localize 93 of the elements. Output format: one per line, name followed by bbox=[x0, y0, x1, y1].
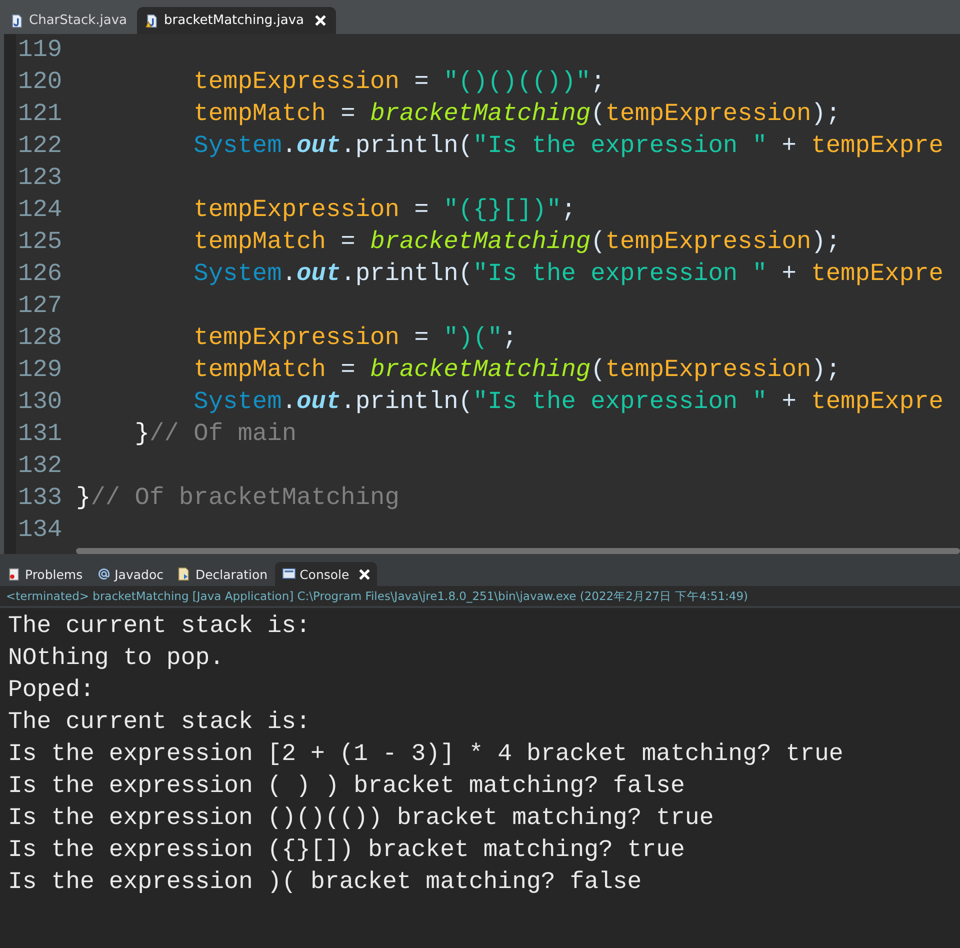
line-number: 128 bbox=[17, 324, 64, 352]
view-tab[interactable]: Console bbox=[274, 562, 378, 586]
at-sign-icon bbox=[96, 567, 111, 581]
variable-name: tempExpression bbox=[192, 68, 400, 96]
console-output-line: Poped: bbox=[8, 676, 96, 706]
class-name: System bbox=[192, 388, 282, 416]
variable-name: tempExpre bbox=[811, 260, 944, 288]
view-tab[interactable]: Javadoc bbox=[90, 562, 170, 586]
variable-name: tempExpression bbox=[605, 356, 812, 384]
line-number: 119 bbox=[17, 36, 64, 64]
console-output-line: Is the expression ( ) ) bracket matching? false bbox=[8, 772, 686, 802]
variable-name: tempExpression bbox=[605, 228, 812, 256]
class-name: System bbox=[192, 260, 282, 288]
class-name: System bbox=[192, 132, 282, 160]
line-number: 122 bbox=[17, 132, 64, 160]
code-text: = bbox=[340, 228, 356, 256]
line-number: 133 bbox=[17, 484, 64, 512]
view-tab[interactable]: Declaration bbox=[170, 562, 275, 586]
line-number: 127 bbox=[17, 292, 64, 320]
brace: } bbox=[134, 420, 150, 448]
console-output-line: Is the expression ()()(()) bracket matching? true bbox=[8, 804, 715, 834]
scrollbar[interactable] bbox=[76, 548, 960, 554]
line-number: 126 bbox=[17, 260, 64, 288]
code-text: = bbox=[413, 68, 430, 96]
code-text: ; bbox=[561, 196, 576, 224]
code-text: . bbox=[282, 388, 297, 416]
line-number: 131 bbox=[17, 420, 64, 448]
code-text: ); bbox=[811, 100, 841, 128]
console-output-line: The current stack is: bbox=[8, 708, 312, 738]
editor-tab[interactable]: bracketMatching.java bbox=[137, 7, 336, 34]
variable-name: tempExpre bbox=[811, 132, 944, 160]
code-text: = bbox=[340, 356, 356, 384]
code-text: .println( bbox=[340, 260, 473, 288]
variable-name: tempExpression bbox=[192, 324, 400, 352]
console-output-line: Is the expression ({}[]) bracket matching? true bbox=[8, 836, 686, 866]
line-number: 120 bbox=[17, 68, 64, 96]
code-text: ); bbox=[811, 228, 841, 256]
line-number: 124 bbox=[17, 196, 64, 224]
method-name: bracketMatching bbox=[370, 228, 591, 256]
method-name: bracketMatching bbox=[370, 100, 591, 128]
console-output-line: Is the expression [2 + (1 - 3)] * 4 bracket matching? true bbox=[8, 740, 844, 770]
console-output-line: The current stack is: bbox=[8, 612, 312, 642]
console-output-line: NOthing to pop. bbox=[8, 644, 226, 674]
line-number: 125 bbox=[17, 228, 64, 256]
brace: } bbox=[76, 484, 91, 512]
code-text: + bbox=[780, 132, 798, 160]
method-name: bracketMatching bbox=[370, 356, 591, 384]
editor-tab[interactable]: CharStack.java bbox=[2, 7, 137, 34]
close-icon[interactable] bbox=[359, 568, 370, 580]
string-literal: "({}[])" bbox=[444, 196, 562, 224]
line-number: 123 bbox=[17, 164, 64, 192]
code-text: ; bbox=[502, 324, 518, 352]
line-number: 132 bbox=[17, 452, 64, 480]
field-name: out bbox=[296, 260, 341, 288]
code-text: ( bbox=[590, 356, 606, 384]
code-text: ( bbox=[590, 228, 606, 256]
variable-name: tempMatch bbox=[192, 100, 326, 128]
string-literal: ")(" bbox=[444, 324, 502, 352]
code-text: ; bbox=[590, 68, 606, 96]
code-text: ( bbox=[590, 100, 606, 128]
document-icon bbox=[177, 567, 192, 581]
line-number: 129 bbox=[17, 356, 64, 384]
code-text: . bbox=[282, 260, 297, 288]
field-name: out bbox=[296, 132, 341, 160]
code-text: = bbox=[340, 100, 356, 128]
code-text: . bbox=[282, 132, 297, 160]
string-literal: "Is the expression " bbox=[472, 388, 768, 416]
string-literal: "Is the expression " bbox=[472, 132, 768, 160]
clipboard-icon bbox=[7, 567, 21, 581]
variable-name: tempExpression bbox=[605, 100, 812, 128]
variable-name: tempMatch bbox=[192, 356, 326, 384]
code-text: ); bbox=[811, 356, 841, 384]
line-number: 130 bbox=[17, 388, 64, 416]
string-literal: "Is the expression " bbox=[472, 260, 768, 288]
code-text: = bbox=[413, 324, 430, 352]
variable-name: tempExpre bbox=[811, 388, 944, 416]
variable-name: tempExpression bbox=[192, 196, 400, 224]
code-text: .println( bbox=[340, 388, 473, 416]
console-output-line: Is the expression )( bracket matching? false bbox=[8, 868, 643, 898]
variable-name: tempMatch bbox=[192, 228, 326, 256]
code-text: = bbox=[413, 196, 430, 224]
view-tab[interactable]: Problems bbox=[0, 562, 90, 586]
close-icon[interactable] bbox=[315, 15, 326, 26]
monitor-icon bbox=[282, 567, 296, 581]
code-text: .println( bbox=[340, 132, 473, 160]
code-text: + bbox=[780, 388, 798, 416]
string-literal: "()()(())" bbox=[444, 68, 591, 96]
line-number: 121 bbox=[17, 100, 64, 128]
code-comment: // Of main bbox=[150, 420, 297, 448]
line-number: 134 bbox=[17, 516, 64, 544]
field-name: out bbox=[296, 388, 341, 416]
code-comment: // Of bracketMatching bbox=[90, 484, 400, 512]
code-text: + bbox=[780, 260, 798, 288]
